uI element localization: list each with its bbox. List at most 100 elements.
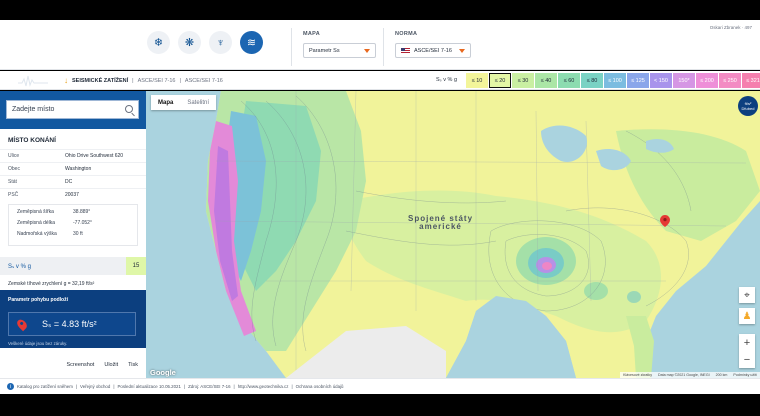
legend-swatch[interactable]: ≤ 100 bbox=[604, 73, 626, 88]
legend-swatch[interactable]: ≤ 30 bbox=[512, 73, 534, 88]
seismic-wave-icon bbox=[18, 75, 48, 87]
map-type-toggle: Mapa Satelitní bbox=[151, 95, 217, 110]
ss-label: Sₛ v % g bbox=[8, 263, 31, 270]
coord-row: Zeměpisná šířka 38.889° bbox=[17, 209, 137, 220]
table-row: Obec Washington bbox=[0, 162, 146, 175]
seismic-icon[interactable]: ≋ bbox=[240, 31, 263, 54]
ss-result-row: Sₛ v % g 15 bbox=[0, 257, 146, 275]
footer-link[interactable]: Katalog pro zatížení sněhem bbox=[17, 384, 73, 389]
field-key: Obec bbox=[8, 166, 20, 172]
zoom-out-button[interactable]: − bbox=[739, 351, 755, 368]
attribution-item[interactable]: Podmínky užití bbox=[733, 373, 757, 377]
app-window: ❄ ❋ ♆ ≋ MAPA Parametr Ss NORMA ASCE/SEI … bbox=[0, 0, 760, 416]
field-key: Ulice bbox=[8, 153, 20, 159]
legend-swatch[interactable]: ≤ 10 bbox=[466, 73, 488, 88]
hazard-map bbox=[146, 91, 760, 378]
legend-swatch[interactable]: ≤ 200 bbox=[696, 73, 718, 88]
map-view[interactable]: Mapa Satelitní Spojené státy americké ft… bbox=[146, 91, 760, 378]
coord-row: Zeměpisná délka -77.052° bbox=[17, 220, 137, 231]
country-label: Spojené státy americké bbox=[408, 215, 473, 231]
ss-value: 15 bbox=[126, 257, 146, 275]
norm-select[interactable]: ASCE/SEI 7-16 bbox=[395, 43, 471, 58]
attribution-item[interactable]: Klávesové zkratky bbox=[623, 373, 652, 377]
field-key: Stát bbox=[8, 179, 17, 185]
legend-swatch[interactable]: ≤ 40 bbox=[535, 73, 557, 88]
coord-row: Nadmořská výška 30 ft bbox=[17, 231, 137, 242]
footer-separator: | bbox=[291, 384, 293, 389]
field-key: PSČ bbox=[8, 192, 19, 198]
footer-separator: | bbox=[183, 384, 186, 389]
legend-swatch[interactable]: < 150 bbox=[650, 73, 672, 88]
wind-icon[interactable]: ❋ bbox=[178, 31, 201, 54]
hazard-hotspot bbox=[584, 282, 608, 300]
tab-map[interactable]: Mapa bbox=[151, 95, 180, 110]
street-view-button[interactable]: ♟ bbox=[739, 308, 755, 324]
print-button[interactable]: Tisk bbox=[128, 362, 138, 368]
map-select-value: Parametr Ss bbox=[309, 47, 340, 54]
pegman-icon: ♟ bbox=[742, 310, 752, 322]
unit-toggle-button[interactable]: ft/s² Dfubed bbox=[738, 96, 758, 116]
legend-swatch[interactable]: ≤ 125 bbox=[627, 73, 649, 88]
google-logo: Google bbox=[150, 368, 176, 377]
location-pin-icon bbox=[15, 317, 29, 331]
breadcrumb-current[interactable]: SEISMICKÉ ZATÍŽENÍ bbox=[72, 78, 128, 84]
coord-value: -77.052° bbox=[73, 220, 92, 226]
field-value: 20037 bbox=[65, 192, 79, 198]
ground-motion-panel: Parametr pohybu podloží Sₛ = 4.83 ft/s² … bbox=[0, 290, 146, 348]
search-placeholder: Zadejte místo bbox=[12, 106, 55, 113]
table-row: Stát DC bbox=[0, 175, 146, 188]
screenshot-button[interactable]: Screenshot bbox=[67, 362, 95, 368]
account-info[interactable]: Oskari Zbranek · 497 bbox=[710, 25, 752, 30]
disclaimer: Veškeré údaje jsou bez záruky. bbox=[8, 341, 68, 346]
table-row: PSČ 20037 bbox=[0, 188, 146, 201]
gravity-note: Zemské tíhové zrychlení g = 32,19 ft/s² bbox=[8, 281, 95, 287]
footer-text: Poslední aktualizace 10.05.2021 bbox=[117, 384, 181, 389]
param-value: Sₛ = 4.83 ft/s² bbox=[42, 318, 97, 329]
tornado-icon[interactable]: ♆ bbox=[209, 31, 232, 54]
zoom-in-button[interactable]: + bbox=[739, 334, 755, 351]
footer-link[interactable]: http://www.geotechnika.cz bbox=[238, 384, 289, 389]
field-value: DC bbox=[65, 179, 73, 185]
load-type-selector: ❄ ❋ ♆ ≋ bbox=[147, 31, 263, 54]
hazard-hotspot bbox=[542, 262, 552, 270]
legend-swatch[interactable]: ≤ 20 bbox=[489, 73, 511, 88]
map-select[interactable]: Parametr Ss bbox=[303, 43, 376, 58]
save-button[interactable]: Uložit bbox=[104, 362, 118, 368]
footer-link[interactable]: Veřejný obchod bbox=[80, 384, 110, 389]
snowflake-icon[interactable]: ❄ bbox=[147, 31, 170, 54]
footer-link[interactable]: Ochrana osobních údajů bbox=[296, 384, 344, 389]
footer-separator: | bbox=[233, 384, 235, 389]
legend-swatches: ≤ 10 ≤ 20 ≤ 30 ≤ 40 ≤ 60 ≤ 80 ≤ 100 ≤ 125 < 150 1… bbox=[466, 73, 760, 88]
legend-swatch[interactable]: ≤ 321 bbox=[742, 73, 760, 88]
legend-swatch[interactable]: 150* bbox=[673, 73, 695, 88]
divider bbox=[291, 28, 292, 66]
coord-key: Nadmořská výška bbox=[17, 231, 57, 237]
legend-swatch[interactable]: ≤ 80 bbox=[581, 73, 603, 88]
hazard-hotspot bbox=[627, 291, 641, 303]
search-panel: Zadejte místo bbox=[0, 91, 146, 129]
search-icon[interactable] bbox=[125, 105, 133, 113]
tab-satellite[interactable]: Satelitní bbox=[180, 95, 216, 110]
norm-select-value: ASCE/SEI 7-16 bbox=[414, 47, 452, 54]
breadcrumb-separator: | bbox=[179, 77, 181, 84]
location-table: Ulice Ohio Drive Southwest 620 Obec Washin… bbox=[0, 149, 146, 201]
norm-label: NORMA bbox=[395, 31, 418, 37]
breadcrumb-item[interactable]: ASCE/SEI 7-16 bbox=[185, 78, 223, 84]
param-value-box: Sₛ = 4.83 ft/s² bbox=[8, 312, 136, 336]
breadcrumb-item[interactable]: ASCE/SEI 7-16 bbox=[138, 78, 176, 84]
unit-label: Dfubed bbox=[741, 106, 755, 111]
locate-me-button[interactable]: ⌖ bbox=[739, 287, 755, 303]
legend-swatch[interactable]: ≤ 60 bbox=[558, 73, 580, 88]
info-icon: i bbox=[7, 383, 14, 390]
footer-separator: | bbox=[113, 384, 115, 389]
sidebar: Zadejte místo MÍSTO KONÁNÍ Ulice Ohio Dri… bbox=[0, 91, 146, 378]
map-label: MAPA bbox=[303, 31, 320, 37]
footer: i Katalog pro zatížení sněhem | Veřejný o… bbox=[0, 378, 760, 394]
chevron-down-icon bbox=[459, 49, 465, 53]
legend-swatch[interactable]: ≤ 250 bbox=[719, 73, 741, 88]
search-input[interactable]: Zadejte místo bbox=[6, 100, 139, 119]
breadcrumb-separator: | bbox=[132, 77, 134, 84]
field-value: Washington bbox=[65, 166, 92, 172]
chevron-down-icon bbox=[364, 49, 370, 53]
us-flag-icon bbox=[401, 47, 410, 54]
